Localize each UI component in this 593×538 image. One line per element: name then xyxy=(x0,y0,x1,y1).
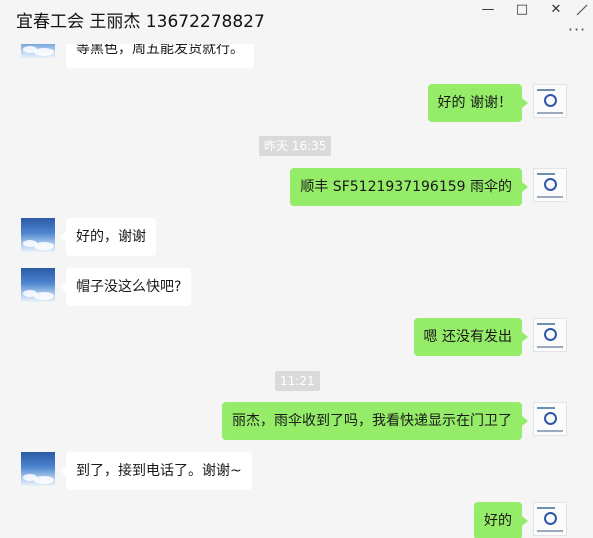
chat-title: 宜春工会 王丽杰 13672278827 xyxy=(16,12,265,32)
bubble-tail xyxy=(522,98,528,108)
pin-icon[interactable] xyxy=(573,0,591,20)
bubble-tail xyxy=(522,332,528,342)
message-bubble-incoming[interactable]: 等黑色，周五能发货就行。 xyxy=(66,44,254,68)
contact-avatar[interactable] xyxy=(21,452,55,486)
bubble-tail xyxy=(522,516,528,526)
message-bubble-incoming[interactable]: 帽子没这么快吧? xyxy=(66,268,192,306)
contact-avatar[interactable] xyxy=(21,44,55,58)
contact-avatar[interactable] xyxy=(21,268,55,302)
self-avatar[interactable] xyxy=(533,318,567,352)
maximize-icon[interactable]: □ xyxy=(512,0,532,20)
minimize-icon[interactable]: — xyxy=(478,0,498,20)
contact-avatar[interactable] xyxy=(21,218,55,252)
message-bubble-outgoing[interactable]: 顺丰 SF5121937196159 雨伞的 xyxy=(290,168,522,206)
bubble-tail xyxy=(522,182,528,192)
self-avatar[interactable] xyxy=(533,168,567,202)
timestamp: 11:21 xyxy=(275,371,320,391)
close-icon[interactable]: ✕ xyxy=(546,0,566,20)
self-avatar[interactable] xyxy=(533,502,567,536)
message-bubble-outgoing[interactable]: 好的 xyxy=(474,502,522,538)
message-list[interactable]: 等黑色，周五能发货就行。 好的 谢谢！ 昨天 16:35 顺丰 SF512193… xyxy=(0,44,593,538)
bubble-tail xyxy=(522,416,528,426)
self-avatar[interactable] xyxy=(533,402,567,436)
timestamp: 昨天 16:35 xyxy=(259,136,332,156)
more-menu-icon[interactable]: ··· xyxy=(565,20,589,40)
self-avatar[interactable] xyxy=(533,84,567,118)
message-bubble-incoming[interactable]: 好的，谢谢 xyxy=(66,218,156,256)
message-bubble-outgoing[interactable]: 嗯 还没有发出 xyxy=(413,318,522,356)
message-bubble-outgoing[interactable]: 好的 谢谢！ xyxy=(427,84,522,122)
title-bar: 宜春工会 王丽杰 13672278827 — □ ✕ ··· xyxy=(0,0,593,44)
message-bubble-outgoing[interactable]: 丽杰，雨伞收到了吗，我看快递显示在门卫了 xyxy=(222,402,522,440)
message-bubble-incoming[interactable]: 到了，接到电话了。谢谢~ xyxy=(66,452,252,490)
